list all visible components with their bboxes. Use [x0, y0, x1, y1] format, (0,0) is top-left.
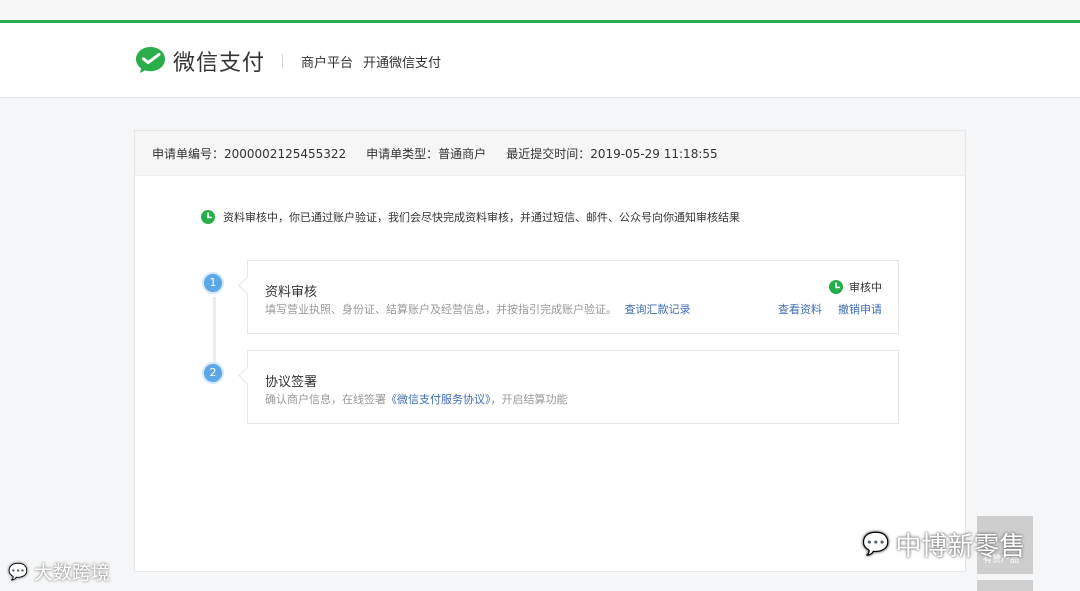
review-status-text: 审核中 — [849, 281, 882, 294]
step-1-desc-text: 填写营业执照、身份证、结算账户及经营信息，并按指引完成账户验证。 — [265, 303, 617, 316]
view-materials-link[interactable]: 查看资料 — [778, 301, 822, 317]
watermark-left: 💬 大数跨境 — [8, 558, 110, 585]
nav-open-wechat-pay[interactable]: 开通微信支付 — [363, 52, 441, 71]
watermark-left-text: 大数跨境 — [33, 562, 110, 584]
wechat-pay-check-icon — [136, 47, 165, 73]
header-divider — [282, 54, 283, 68]
notice-text: 资料审核中，你已通过账户验证，我们会尽快完成资料审核，并通过短信、邮件、公众号向… — [223, 211, 740, 224]
application-type: 申请单类型：普通商户 — [366, 146, 487, 161]
step-connector — [213, 297, 216, 371]
watermark-right: 💬 中博新零售 — [862, 526, 1025, 563]
application-summary: 申请单编号：2000002125455322 申请单类型：普通商户 最近提交时间… — [135, 131, 965, 176]
step-1-badge: 1 — [202, 272, 224, 294]
step-2-title: 协议签署 — [265, 375, 318, 390]
step-1-title: 资料审核 — [265, 285, 318, 300]
brand-name: 微信支付 — [173, 50, 266, 76]
wechat-pay-logo[interactable]: 微信支付 — [134, 44, 265, 77]
submission-time: 最近提交时间：2019-05-29 11:18:55 — [506, 146, 718, 161]
application-card: 申请单编号：2000002125455322 申请单类型：普通商户 最近提交时间… — [134, 130, 966, 572]
clock-icon — [829, 280, 843, 294]
header-breadcrumb: 商户平台 开通微信支付 — [301, 52, 441, 71]
step-1-description: 填写营业执照、身份证、结算账户及经营信息，并按指引完成账户验证。 查询汇款记录 — [265, 301, 691, 317]
watermark-logo-icon: 💬 — [8, 562, 28, 581]
review-notice: 资料审核中，你已通过账户验证，我们会尽快完成资料审核，并通过短信、邮件、公众号向… — [201, 209, 740, 225]
clock-icon — [201, 210, 215, 224]
corner-overlay-lower — [977, 580, 1033, 591]
withdraw-application-link[interactable]: 撤销申请 — [838, 301, 882, 317]
review-status: 审核中 — [829, 279, 882, 295]
watermark-right-text: 中博新零售 — [895, 532, 1026, 562]
application-id: 申请单编号：2000002125455322 — [152, 146, 347, 161]
step-2-panel: 协议签署 确认商户信息，在线签署《微信支付服务协议》，开启结算功能 — [247, 350, 899, 424]
nav-merchant-platform[interactable]: 商户平台 — [301, 52, 353, 71]
service-agreement-link[interactable]: 《微信支付服务协议》 — [386, 393, 491, 406]
step-1-actions: 查看资料 撤销申请 — [778, 301, 882, 317]
step-2-desc-prefix: 确认商户信息，在线签署 — [265, 393, 386, 406]
browser-top-strip — [0, 0, 1080, 20]
step-1-panel: 资料审核 填写营业执照、身份证、结算账户及经营信息，并按指引完成账户验证。 查询… — [247, 260, 899, 334]
wechat-bubble-icon: 💬 — [862, 532, 890, 557]
step-2-desc-suffix: ，开启结算功能 — [490, 393, 568, 406]
page-header: 微信支付 商户平台 开通微信支付 — [0, 23, 1080, 98]
step-2-description: 确认商户信息，在线签署《微信支付服务协议》，开启结算功能 — [265, 391, 568, 407]
remittance-record-link[interactable]: 查询汇款记录 — [625, 303, 691, 316]
step-2-badge: 2 — [202, 362, 224, 384]
